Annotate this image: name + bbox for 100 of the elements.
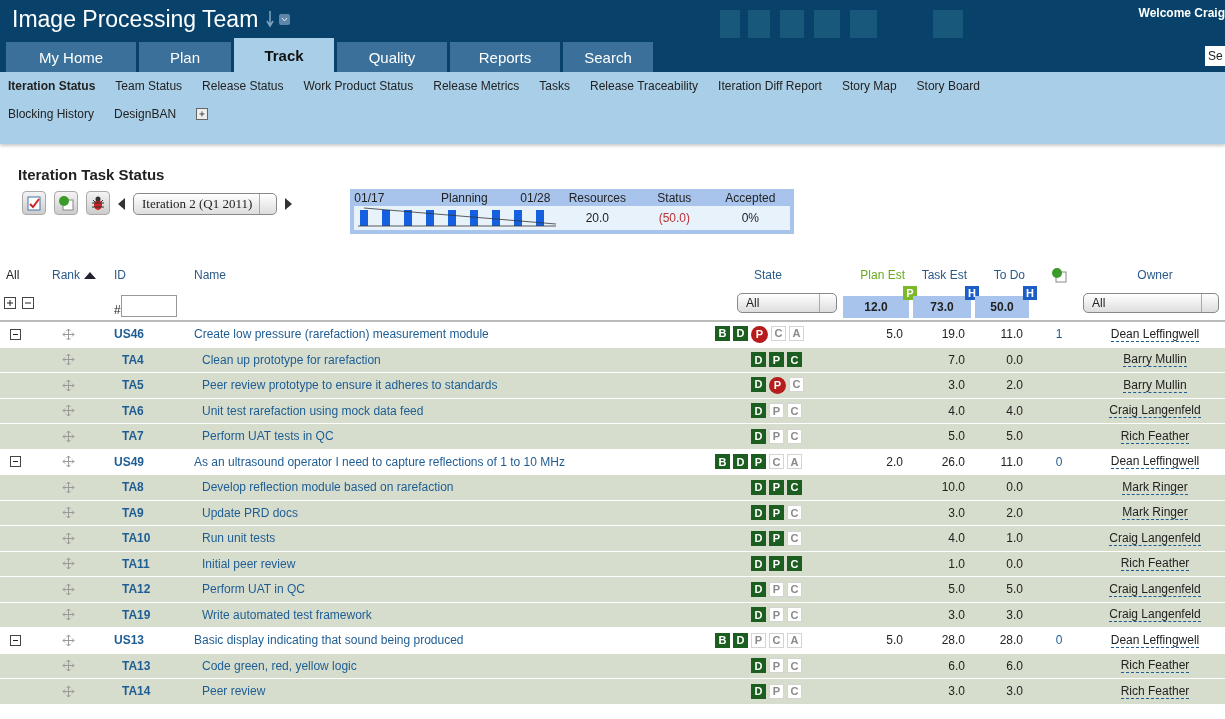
state-chip[interactable]: D [751,683,766,699]
state-chip[interactable]: P [769,376,786,394]
state-chip[interactable]: D [733,325,748,341]
owner-link[interactable]: Dean Leffingwell [1110,632,1200,648]
item-name-link[interactable]: Code green, red, yellow logic [194,658,693,673]
drag-handle-icon[interactable] [62,455,75,469]
all-column-header[interactable]: All [0,268,20,282]
state-chip[interactable]: P [751,325,768,343]
state-chip[interactable]: B [715,632,730,648]
state-chip[interactable]: D [751,530,766,546]
state-chip[interactable]: C [787,479,802,495]
next-arrow-icon[interactable] [285,198,293,210]
drag-handle-icon[interactable] [62,531,75,545]
drag-handle-icon[interactable] [62,404,75,418]
item-id-link[interactable]: US49 [114,454,194,469]
item-name-link[interactable]: Perform UAT tests in QC [194,429,693,444]
owner-column-header[interactable]: Owner [1137,268,1173,282]
nav-tab[interactable]: Plan [139,42,231,72]
nav-tab[interactable]: Search [563,42,653,72]
state-chip[interactable]: D [751,658,766,674]
discussion-icon[interactable] [54,191,78,215]
state-chip[interactable]: C [787,556,802,572]
item-name-link[interactable]: As an ultrasound operator I need to capture reflections of 1 to 10 MHz [194,454,693,469]
state-chip[interactable]: C [787,428,802,444]
task-estimate-column-header[interactable]: Task Est [921,268,975,282]
expand-all-icon[interactable] [4,297,16,309]
discussion-count-link[interactable]: 0 [1055,454,1063,469]
owner-link[interactable]: Mark Ringer [1122,505,1188,521]
owner-filter-select[interactable]: All [1083,293,1219,313]
state-chip[interactable]: P [769,479,784,495]
drag-handle-icon[interactable] [62,353,75,367]
state-chip[interactable]: B [715,325,730,341]
state-chip[interactable]: C [769,632,784,648]
item-id-link[interactable]: TA19 [114,607,194,622]
rank-column-header[interactable]: Rank [52,268,80,282]
dropdown-icon[interactable] [279,13,291,25]
drag-handle-icon[interactable] [62,480,75,494]
nav-tab[interactable]: Track [234,38,334,72]
state-chip[interactable]: P [769,556,784,572]
owner-link[interactable]: Mark Ringer [1122,479,1188,495]
owner-link[interactable]: Barry Mullin [1123,352,1187,368]
owner-link[interactable]: Dean Leffingwell [1110,454,1200,470]
state-chip[interactable]: C [787,658,802,674]
state-chip[interactable]: C [787,581,802,597]
state-chip[interactable]: C [787,403,802,419]
state-chip[interactable]: C [787,505,802,521]
item-id-link[interactable]: TA12 [114,582,194,597]
owner-link[interactable]: Rich Feather [1120,428,1190,444]
nav-tab[interactable]: Reports [450,42,560,72]
subnav-link[interactable]: Story Board [916,78,980,94]
owner-link[interactable]: Craig Langenfeld [1109,530,1201,546]
state-chip[interactable]: D [733,454,748,470]
state-chip[interactable]: C [787,530,802,546]
drag-handle-icon[interactable] [62,608,75,622]
owner-link[interactable]: Craig Langenfeld [1109,607,1201,623]
drag-handle-icon[interactable] [62,327,75,341]
state-chip[interactable]: D [751,607,766,623]
state-chip[interactable]: A [787,454,802,470]
item-name-link[interactable]: Update PRD docs [194,505,693,520]
item-id-link[interactable]: TA9 [114,505,194,520]
state-chip[interactable]: D [733,632,748,648]
discussion-count-link[interactable]: 0 [1055,633,1063,648]
item-name-link[interactable]: Run unit tests [194,531,693,546]
previous-arrow-icon[interactable] [118,198,125,210]
subnav-link[interactable]: DesignBAN [114,106,177,122]
drag-handle-icon[interactable] [62,582,75,596]
owner-link[interactable]: Rich Feather [1120,556,1190,572]
item-name-link[interactable]: Develop reflection module based on rarefaction [194,480,693,495]
discussion-count-link[interactable]: 1 [1055,327,1063,342]
state-chip[interactable]: D [751,505,766,521]
state-chip[interactable]: D [751,479,766,495]
checklist-icon[interactable] [22,191,46,215]
item-id-link[interactable]: TA7 [114,429,194,444]
owner-link[interactable]: Barry Mullin [1123,377,1187,393]
id-column-header[interactable]: ID [114,268,194,282]
subnav-link[interactable]: Team Status [115,78,183,94]
state-chip[interactable]: C [787,607,802,623]
state-column-header[interactable]: State [754,268,782,282]
item-name-link[interactable]: Write automated test framework [194,607,693,622]
search-field[interactable]: Se [1205,46,1225,66]
bug-icon[interactable] [86,191,110,215]
owner-link[interactable]: Craig Langenfeld [1109,403,1201,419]
item-name-link[interactable]: Clean up prototype for rarefaction [194,352,693,367]
owner-link[interactable]: Craig Langenfeld [1109,581,1201,597]
owner-link[interactable]: Dean Leffingwell [1110,326,1200,342]
state-filter-select[interactable]: All [737,293,837,313]
subnav-link[interactable]: Blocking History [8,106,95,122]
state-chip[interactable]: P [769,505,784,521]
collapse-toggle[interactable] [10,634,21,646]
sort-ascending-icon[interactable] [84,271,96,279]
item-name-link[interactable]: Peer review prototype to ensure it adheres to standards [194,378,693,393]
item-id-link[interactable]: US13 [114,633,194,648]
drag-handle-icon[interactable] [62,684,75,698]
drag-handle-icon[interactable] [62,557,75,571]
drag-handle-icon[interactable] [62,378,75,392]
state-chip[interactable]: D [751,352,766,368]
state-chip[interactable]: C [787,683,802,699]
item-id-link[interactable]: TA10 [114,531,194,546]
subnav-link[interactable]: Iteration Status [8,78,96,94]
nav-tab[interactable]: Quality [337,42,447,72]
